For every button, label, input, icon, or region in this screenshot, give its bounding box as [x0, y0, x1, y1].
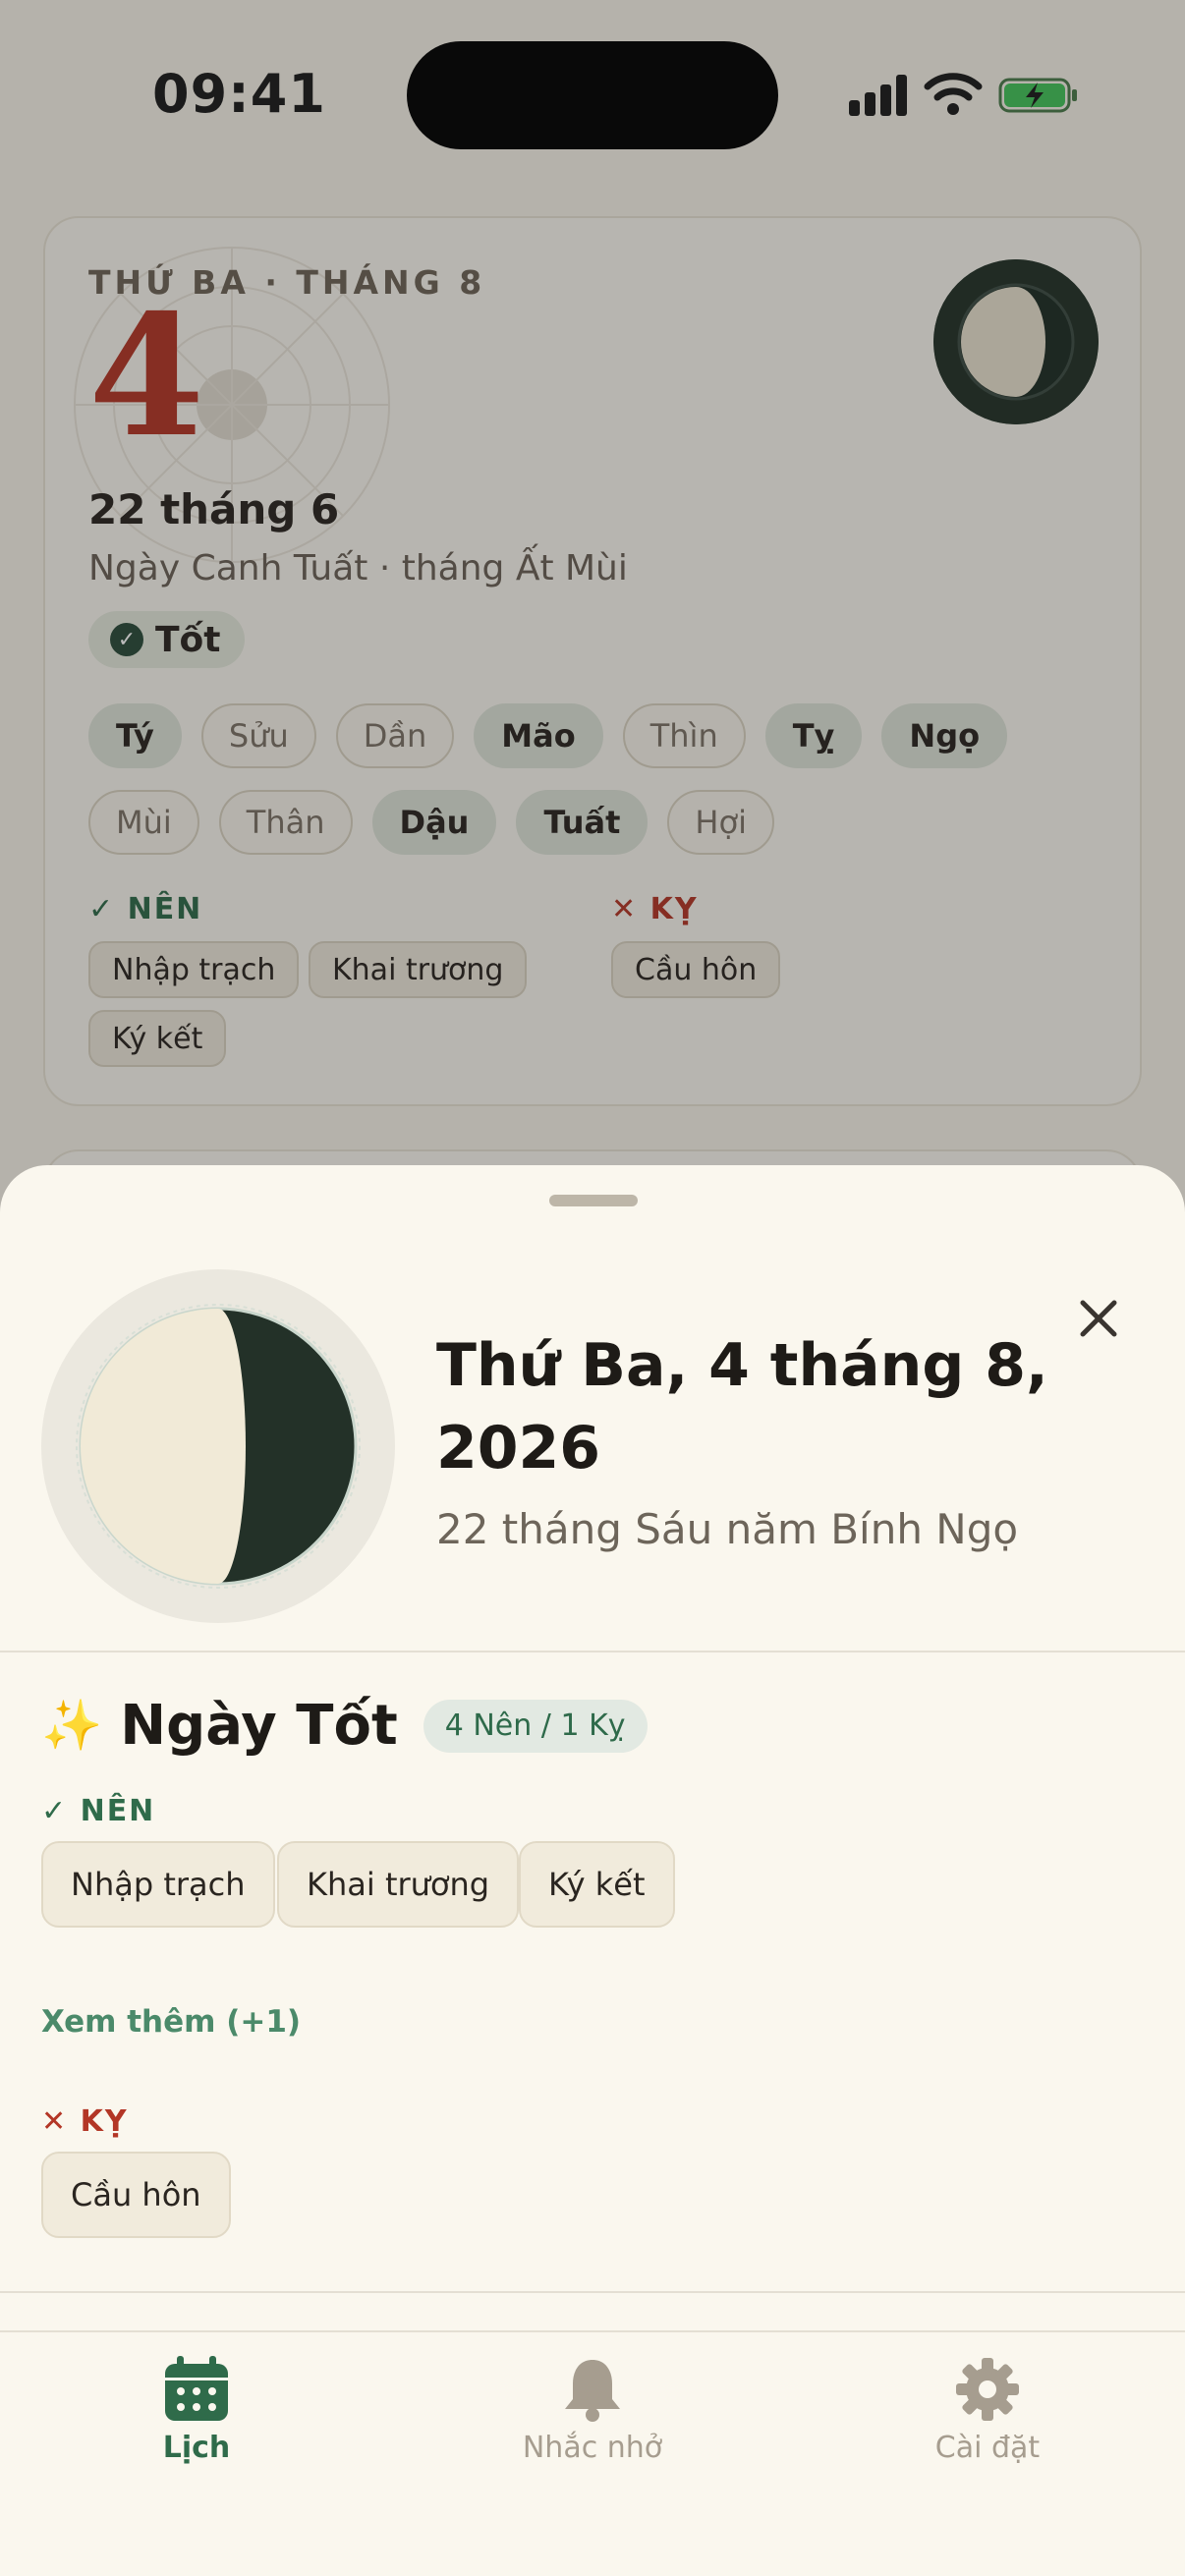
nen-tag[interactable]: Khai trương — [277, 1841, 520, 1928]
rating-title: Ngày Tốt — [120, 1694, 398, 1758]
close-button[interactable] — [1067, 1287, 1130, 1350]
sheet-grabber[interactable] — [549, 1195, 638, 1206]
tab-reminders[interactable]: Nhắc nhở — [445, 2354, 740, 2465]
tab-label: Lịch — [162, 2431, 231, 2465]
tab-settings[interactable]: Cài đặt — [840, 2354, 1135, 2465]
see-more-link[interactable]: Xem thêm (+1) — [41, 2004, 301, 2040]
rating-count-badge: 4 Nên / 1 Kỵ — [423, 1699, 648, 1753]
tab-calendar[interactable]: Lịch — [49, 2354, 344, 2465]
nen-section-label: ✓ NÊN — [41, 1794, 156, 1828]
divider — [0, 2291, 1185, 2293]
close-icon — [1080, 1300, 1117, 1337]
sheet-subtitle: 22 tháng Sáu năm Bính Ngọ — [436, 1505, 1019, 1553]
nen-tag[interactable]: Ký kết — [519, 1841, 675, 1928]
ky-section-label: ✕ KỴ — [41, 2104, 129, 2139]
tab-bar: Lịch Nhắc nhở Cài đặt — [0, 2330, 1185, 2576]
sheet-title: Thứ Ba, 4 tháng 8, 2026 — [436, 1331, 1048, 1483]
calendar-icon — [165, 2356, 228, 2421]
gear-icon — [956, 2358, 1019, 2421]
divider — [0, 1651, 1185, 1652]
nen-tag[interactable]: Nhập trạch — [41, 1841, 275, 1928]
day-rating: ✨ Ngày Tốt 4 Nên / 1 Kỵ — [41, 1694, 648, 1758]
tab-label: Cài đặt — [934, 2431, 1041, 2465]
bell-icon — [565, 2360, 620, 2422]
sparkles-icon: ✨ — [41, 1697, 103, 1754]
ky-tag[interactable]: Cầu hôn — [41, 2152, 231, 2238]
moon-phase-large-icon — [41, 1269, 395, 1623]
tab-label: Nhắc nhở — [522, 2431, 663, 2465]
